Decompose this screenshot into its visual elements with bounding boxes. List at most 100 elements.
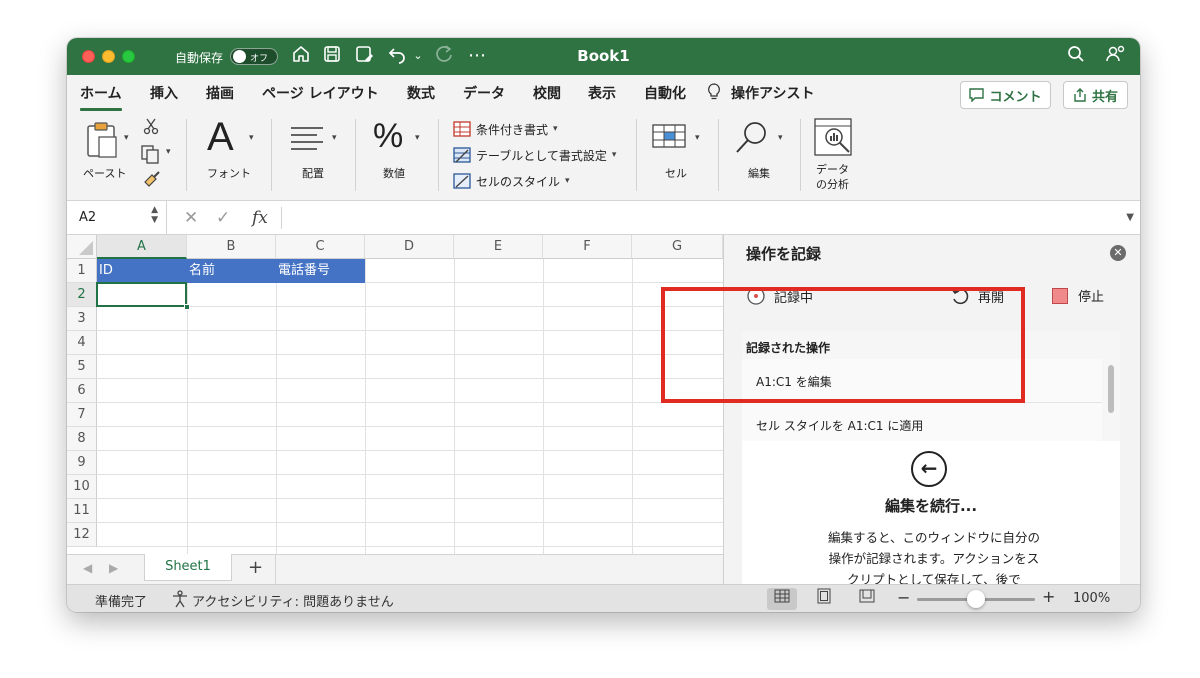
paste-button[interactable]: ▾ ペースト bbox=[81, 111, 133, 201]
row-header-8[interactable]: 8 bbox=[67, 427, 97, 451]
column-header-c[interactable]: C bbox=[276, 235, 365, 259]
search-icon[interactable] bbox=[1064, 44, 1088, 68]
tab-review[interactable]: 校閲 bbox=[533, 83, 561, 103]
maximize-window-button[interactable] bbox=[122, 50, 135, 63]
tab-view[interactable]: 表示 bbox=[588, 83, 616, 103]
font-button[interactable]: A ▾ フォント bbox=[199, 111, 261, 201]
row-header-10[interactable]: 10 bbox=[67, 475, 97, 499]
row-header-3[interactable]: 3 bbox=[67, 307, 97, 331]
fill-handle[interactable] bbox=[184, 304, 190, 310]
row-header-2[interactable]: 2 bbox=[67, 283, 97, 307]
grid-line bbox=[97, 330, 723, 331]
function-icon[interactable]: fx bbox=[252, 208, 268, 228]
column-header-b[interactable]: B bbox=[187, 235, 276, 259]
tab-automate[interactable]: 自動化 bbox=[644, 83, 686, 103]
conditional-formatting-button[interactable]: 条件付き書式 ▾ bbox=[453, 119, 558, 139]
column-header-f[interactable]: F bbox=[543, 235, 632, 259]
row-header-5[interactable]: 5 bbox=[67, 355, 97, 379]
row-header-7[interactable]: 7 bbox=[67, 403, 97, 427]
formula-input[interactable] bbox=[289, 205, 1109, 231]
tab-tell-me[interactable]: 操作アシスト bbox=[731, 83, 814, 103]
page-break-view-icon[interactable] bbox=[852, 588, 882, 610]
tab-page-layout[interactable]: ページ レイアウト bbox=[262, 83, 379, 103]
select-all-corner[interactable] bbox=[67, 235, 97, 259]
undo-dropdown-icon[interactable]: ⌄ bbox=[411, 44, 425, 68]
autosave-toggle[interactable]: オフ bbox=[230, 48, 278, 65]
sheet-tab-sheet1[interactable]: Sheet1 bbox=[144, 554, 232, 581]
tab-draw[interactable]: 描画 bbox=[206, 83, 234, 103]
alignment-button[interactable]: ▾ 配置 bbox=[285, 111, 343, 201]
cell-styles-button[interactable]: セルのスタイル ▾ bbox=[453, 171, 570, 191]
tab-formulas[interactable]: 数式 bbox=[407, 83, 435, 103]
row-header-6[interactable]: 6 bbox=[67, 379, 97, 403]
more-options-icon[interactable]: ⋯ bbox=[465, 44, 489, 68]
chevron-down-icon: ▾ bbox=[553, 124, 558, 134]
number-button[interactable]: % ▾ 数値 bbox=[370, 111, 428, 201]
home-icon[interactable] bbox=[289, 44, 313, 68]
active-cell-a2[interactable] bbox=[96, 282, 187, 307]
formula-expand-icon[interactable]: ▼ bbox=[1126, 212, 1134, 223]
accessibility-status[interactable]: アクセシビリティ: 問題ありません bbox=[192, 591, 394, 610]
format-as-table-button[interactable]: テーブルとして書式設定 ▾ bbox=[453, 145, 616, 165]
grid-line bbox=[365, 259, 366, 554]
grid-line bbox=[276, 259, 277, 554]
cell-a1[interactable]: ID bbox=[97, 259, 187, 283]
tab-insert[interactable]: 挿入 bbox=[150, 83, 178, 103]
scroll-left-icon[interactable]: ◀ bbox=[83, 561, 92, 575]
scroll-right-icon[interactable]: ▶ bbox=[109, 561, 118, 575]
add-sheet-button[interactable]: + bbox=[248, 557, 263, 578]
tab-data[interactable]: データ bbox=[463, 83, 505, 103]
zoom-slider-thumb[interactable] bbox=[967, 590, 985, 608]
cells-label: セル bbox=[665, 167, 687, 180]
page-layout-view-icon[interactable] bbox=[809, 588, 839, 610]
column-header-a[interactable]: A bbox=[97, 235, 187, 259]
analyze-data-button[interactable]: データ の分析 bbox=[811, 111, 861, 201]
cell-c1[interactable]: 電話番号 bbox=[276, 259, 365, 283]
zoom-in-button[interactable]: + bbox=[1042, 587, 1055, 606]
share-people-icon[interactable] bbox=[1103, 44, 1129, 68]
confirm-entry-icon[interactable]: ✓ bbox=[216, 208, 230, 228]
redo-icon[interactable] bbox=[432, 44, 456, 68]
conditional-format-icon bbox=[453, 121, 471, 137]
column-header-d[interactable]: D bbox=[365, 235, 454, 259]
comment-icon bbox=[969, 88, 985, 102]
paste-dropdown-icon[interactable]: ▾ bbox=[124, 133, 129, 143]
cell-b1[interactable]: 名前 bbox=[187, 259, 276, 283]
normal-view-icon[interactable] bbox=[767, 588, 797, 610]
share-button[interactable]: 共有 bbox=[1063, 81, 1128, 109]
close-window-button[interactable] bbox=[82, 50, 95, 63]
row-header-9[interactable]: 9 bbox=[67, 451, 97, 475]
analyze-data-label-2: の分析 bbox=[816, 178, 849, 191]
accessibility-icon[interactable] bbox=[171, 590, 189, 608]
cancel-entry-icon[interactable]: ✕ bbox=[184, 208, 198, 228]
undo-icon[interactable] bbox=[385, 44, 409, 68]
comment-button[interactable]: コメント bbox=[960, 81, 1051, 109]
close-icon[interactable]: ✕ bbox=[1110, 245, 1126, 261]
tab-home[interactable]: ホーム bbox=[80, 83, 122, 111]
row-header-11[interactable]: 11 bbox=[67, 499, 97, 523]
column-header-g[interactable]: G bbox=[632, 235, 723, 259]
lightbulb-icon[interactable] bbox=[707, 83, 721, 105]
row-header-1[interactable]: 1 bbox=[67, 259, 97, 283]
cells-button[interactable]: ▾ セル bbox=[652, 111, 704, 201]
name-box[interactable]: A2 ▲ ▼ bbox=[67, 201, 167, 235]
grid-line bbox=[543, 259, 544, 554]
name-box-stepper-icon[interactable]: ▲ ▼ bbox=[151, 205, 158, 225]
column-header-e[interactable]: E bbox=[454, 235, 543, 259]
clipboard-icon bbox=[87, 122, 117, 158]
cut-icon[interactable] bbox=[142, 117, 160, 135]
editing-button[interactable]: ▾ 編集 bbox=[732, 111, 788, 201]
stop-button[interactable]: 停止 bbox=[1052, 286, 1104, 305]
copy-icon[interactable]: ▾ bbox=[140, 144, 176, 164]
zoom-out-button[interactable]: − bbox=[897, 588, 910, 607]
row-header-4[interactable]: 4 bbox=[67, 331, 97, 355]
minimize-window-button[interactable] bbox=[102, 50, 115, 63]
row-header-12[interactable]: 12 bbox=[67, 523, 97, 547]
save-icon[interactable] bbox=[320, 44, 344, 68]
recorded-list-scrollbar[interactable] bbox=[1108, 365, 1114, 413]
share-label: 共有 bbox=[1091, 89, 1118, 105]
save-as-icon[interactable] bbox=[352, 44, 376, 68]
format-painter-icon[interactable] bbox=[142, 169, 162, 189]
worksheet-grid[interactable]: A B C D E F G 1 2 3 4 5 6 7 8 9 10 11 12 bbox=[67, 235, 723, 554]
zoom-level[interactable]: 100% bbox=[1073, 591, 1110, 606]
